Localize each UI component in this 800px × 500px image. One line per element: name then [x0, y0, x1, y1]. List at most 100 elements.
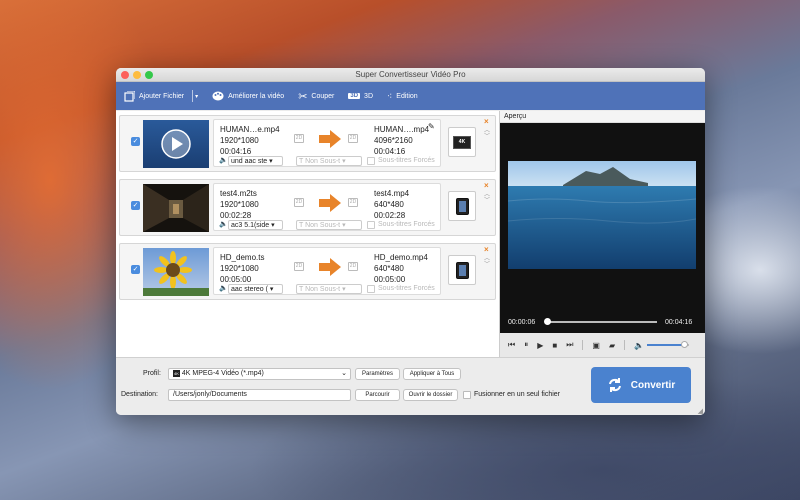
forced-subtitles-checkbox[interactable]	[367, 285, 375, 293]
profile-select[interactable]: 4K 4K MPEG-4 Vidéo (*.mp4) ⌄	[168, 368, 351, 380]
cut-label: Couper	[311, 92, 335, 100]
zoom-window-button[interactable]	[145, 71, 153, 79]
seek-bar[interactable]	[545, 321, 657, 323]
source-resolution: 1920*1080	[220, 264, 259, 273]
3d-button[interactable]: 3D 3D	[348, 93, 373, 100]
move-down-icon[interactable]: ﹀	[484, 262, 490, 268]
preview-screen[interactable]: 00:00:06 00:04:16	[500, 123, 705, 333]
destination-input[interactable]: /Users/jonly/Documents	[168, 389, 351, 401]
file-checkbox[interactable]: ✓	[131, 265, 140, 274]
video-thumbnail[interactable]	[143, 184, 209, 232]
convert-arrow-icon	[319, 258, 341, 276]
add-file-dropdown-icon[interactable]: ▾	[195, 93, 198, 100]
source-filename: test4.m2ts	[220, 189, 257, 198]
move-down-icon[interactable]: ﹀	[484, 134, 490, 140]
profile-value: 4K MPEG-4 Vidéo (*.mp4)	[181, 370, 264, 377]
palette-icon	[212, 91, 224, 101]
convert-label: Convertir	[630, 379, 676, 391]
cut-button[interactable]: ✂ Couper	[298, 90, 334, 103]
source-resolution: 1920*1080	[220, 200, 259, 209]
audio-track-select[interactable]: und aac ste ▾	[228, 156, 283, 166]
minimize-window-button[interactable]	[133, 71, 141, 79]
source-filename: HD_demo.ts	[220, 253, 265, 262]
forced-subtitles-checkbox[interactable]	[367, 157, 375, 165]
resize-grip-icon[interactable]: ◢	[698, 407, 703, 415]
add-file-button[interactable]: Ajouter Fichier	[124, 90, 184, 102]
tablet-icon	[455, 261, 469, 279]
enhance-video-button[interactable]: Améliorer la vidéo	[212, 91, 284, 101]
audio-track-select[interactable]: ac3 5.1(side ▾	[228, 220, 283, 230]
enhance-video-label: Améliorer la vidéo	[228, 92, 285, 100]
remove-file-icon[interactable]: ×	[484, 182, 489, 190]
apply-to-all-button[interactable]: Appliquer à Tous	[403, 368, 461, 380]
subtitle-select[interactable]: T Non Sous-t ▾	[296, 284, 362, 294]
seek-handle[interactable]	[544, 318, 552, 325]
edit-icon: ⁖	[387, 90, 393, 101]
title-bar: Super Convertisseur Vidéo Pro	[116, 68, 705, 82]
folder-icon[interactable]: ▰	[609, 341, 615, 350]
open-folder-button[interactable]: Ouvrir le dossier	[403, 389, 458, 401]
audio-track-value: ac3 5.1(side	[231, 222, 270, 229]
audio-track-select[interactable]: aac stereo ( ▾	[228, 284, 283, 294]
file-checkbox[interactable]: ✓	[131, 137, 140, 146]
sunflower-thumbnail-image	[143, 251, 209, 296]
file-row[interactable]: ✓ HUMAN…e.mp4 1920*1080 00:04:16 2D 2D H…	[119, 115, 496, 172]
file-row[interactable]: ✓ test4.m2ts 1920*1080 00:02:28 2D 2D te…	[119, 179, 496, 236]
skip-forward-icon[interactable]: ⏭	[566, 340, 573, 350]
corridor-thumbnail-image	[143, 184, 209, 232]
conversion-card: HD_demo.ts 1920*1080 00:05:00 2D 2D HD_d…	[213, 247, 441, 295]
merge-label: Fusionner en un seul fichier	[474, 391, 560, 398]
format-4k-icon: 4K	[453, 135, 471, 149]
output-format-button[interactable]	[448, 255, 476, 285]
output-2d-badge: 2D	[348, 262, 358, 271]
subtitle-select[interactable]: T Non Sous-t ▾	[296, 220, 362, 230]
skip-back-icon[interactable]: ⏮	[508, 340, 515, 350]
volume-icon[interactable]: 🔈	[634, 341, 644, 350]
source-info: HUMAN…e.mp4 1920*1080 00:04:16	[220, 124, 280, 157]
stop-icon[interactable]: ■	[552, 341, 557, 350]
file-row[interactable]: ✓ HD_demo.ts 1920*1080 00:05:00 2D 2D HD…	[119, 243, 496, 300]
close-window-button[interactable]	[121, 71, 129, 79]
main-content: ✓ HUMAN…e.mp4 1920*1080 00:04:16 2D 2D H…	[116, 111, 705, 357]
remove-file-icon[interactable]: ×	[484, 246, 489, 254]
track-controls: 🔈 ac3 5.1(side ▾ T Non Sous-t ▾ Sous-tit…	[214, 220, 442, 232]
subtitle-select[interactable]: T Non Sous-t ▾	[296, 156, 362, 166]
play-icon[interactable]	[143, 120, 209, 168]
video-thumbnail[interactable]	[143, 248, 209, 296]
subtitle-value: Non Sous-t	[305, 222, 341, 229]
speaker-icon: 🔈	[219, 221, 228, 228]
total-time: 00:04:16	[665, 319, 693, 326]
output-filename: test4.mp4	[374, 189, 410, 198]
play-icon[interactable]: ▶	[537, 341, 543, 350]
volume-slider[interactable]	[647, 341, 690, 348]
convert-arrow-icon	[319, 130, 341, 148]
conversion-card: HUMAN…e.mp4 1920*1080 00:04:16 2D 2D HUM…	[213, 119, 441, 167]
track-controls: 🔈 aac stereo ( ▾ T Non Sous-t ▾ Sous-tit…	[214, 284, 442, 296]
move-down-icon[interactable]: ﹀	[484, 198, 490, 204]
output-format-button[interactable]	[448, 191, 476, 221]
ocean-preview-image	[508, 161, 696, 269]
file-checkbox[interactable]: ✓	[131, 201, 140, 210]
source-info: test4.m2ts 1920*1080 00:02:28	[220, 188, 259, 221]
window-title: Super Convertisseur Vidéo Pro	[355, 70, 466, 79]
track-controls: 🔈 und aac ste ▾ T Non Sous-t ▾ Sous-titr…	[214, 156, 442, 168]
merge-checkbox[interactable]	[463, 391, 471, 399]
forced-subtitles-checkbox[interactable]	[367, 221, 375, 229]
remove-file-icon[interactable]: ×	[484, 118, 489, 126]
conversion-card: test4.m2ts 1920*1080 00:02:28 2D 2D test…	[213, 183, 441, 231]
browse-button[interactable]: Parcourir	[355, 389, 400, 401]
output-info: HD_demo.mp4 640*480 00:05:00	[374, 252, 428, 285]
rename-pencil-icon[interactable]: ✎	[428, 122, 435, 131]
preview-video-frame	[508, 161, 696, 269]
convert-button[interactable]: Convertir	[591, 367, 691, 403]
output-resolution: 640*480	[374, 200, 404, 209]
pause-icon[interactable]: ⏸	[524, 340, 528, 350]
subtitle-value: Non Sous-t	[305, 158, 341, 165]
output-resolution: 640*480	[374, 264, 404, 273]
volume-handle[interactable]	[680, 341, 688, 348]
output-format-button[interactable]: 4K	[448, 127, 476, 157]
snapshot-icon[interactable]: ▣	[592, 341, 600, 350]
settings-button[interactable]: Paramètres	[355, 368, 400, 380]
video-thumbnail[interactable]	[143, 120, 209, 168]
edit-button[interactable]: ⁖ Edition	[387, 91, 418, 102]
